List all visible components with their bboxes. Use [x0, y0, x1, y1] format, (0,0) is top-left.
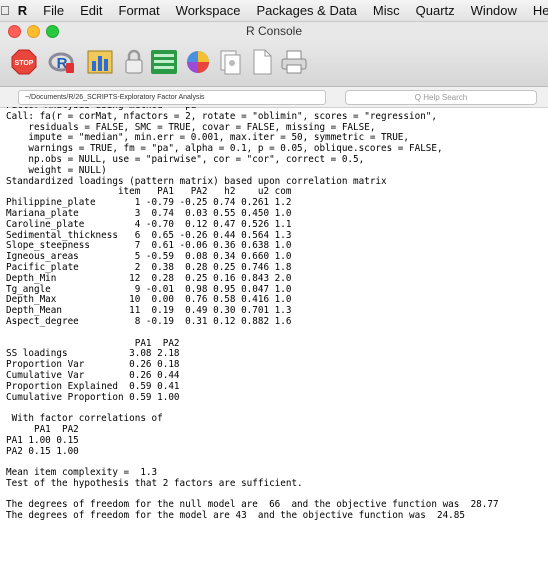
menu-edit[interactable]: Edit	[72, 3, 110, 18]
console-line: Caroline_plate 4 -0.70 0.12 0.47 0.526 1…	[6, 218, 292, 230]
stop-button[interactable]: STOP	[8, 46, 40, 78]
menu-file[interactable]: File	[35, 3, 72, 18]
console-line: With factor correlations of	[6, 413, 163, 425]
r-source-icon: R	[48, 52, 74, 73]
console-line: Test of the hypothesis that 2 factors ar…	[6, 477, 303, 489]
window-titlebar: R Console	[0, 22, 548, 40]
console-line: Call: fa(r = corMat, nfactors = 2, rotat…	[6, 110, 437, 122]
window-title: R Console	[245, 24, 303, 38]
source-script-button[interactable]: R	[46, 46, 78, 78]
workspace-browser-button[interactable]	[148, 46, 180, 78]
copy-icon	[220, 50, 241, 75]
console-line: Proportion Explained 0.59 0.41	[6, 380, 180, 392]
menu-app-r[interactable]: R	[10, 3, 35, 18]
console-line: The degrees of freedom for the model are…	[6, 510, 465, 522]
console-line: weight = NULL)	[6, 164, 107, 176]
menu-quartz[interactable]: Quartz	[408, 3, 463, 18]
minimize-window-button[interactable]	[27, 25, 40, 38]
console-line: Depth_Min 12 0.28 0.25 0.16 0.843 2.0	[6, 272, 292, 284]
lock-button[interactable]	[118, 46, 150, 78]
quartz-plot-button[interactable]	[84, 46, 116, 78]
svg-text:R: R	[57, 55, 68, 72]
console-line: PA1 1.00 0.15	[6, 434, 79, 446]
menu-bar:  R File Edit Format Workspace Packages …	[0, 0, 548, 22]
close-window-button[interactable]	[8, 25, 21, 38]
svg-text:STOP: STOP	[15, 60, 34, 67]
menu-packages-data[interactable]: Packages & Data	[248, 3, 364, 18]
window-controls	[8, 25, 59, 38]
list-icon	[151, 50, 177, 74]
print-icon	[281, 50, 307, 74]
console-line: Aspect_degree 8 -0.19 0.31 0.12 0.882 1.…	[6, 315, 292, 327]
help-search-input[interactable]: Q Help Search	[345, 90, 537, 105]
lock-icon	[125, 49, 143, 74]
stop-icon: STOP	[11, 49, 37, 75]
toolbar: STOP R	[0, 40, 548, 87]
menu-misc[interactable]: Misc	[365, 3, 408, 18]
menu-window[interactable]: Window	[463, 3, 525, 18]
path-bar: ~/Documents/R/26_SCRIPTS-Exploratory Fac…	[0, 87, 548, 108]
working-directory-field[interactable]: ~/Documents/R/26_SCRIPTS-Exploratory Fac…	[18, 90, 326, 105]
new-document-button[interactable]	[246, 46, 278, 78]
zoom-window-button[interactable]	[46, 25, 59, 38]
color-button[interactable]	[182, 46, 214, 78]
console-output[interactable]: Factor Analysis using method = paCall: f…	[6, 107, 546, 580]
apple-icon[interactable]: 	[0, 3, 10, 18]
print-button[interactable]	[278, 46, 310, 78]
console-line: Cumulative Proportion 0.59 1.00	[6, 391, 180, 403]
console-line: PA1 PA2	[6, 423, 79, 435]
copy-button[interactable]	[214, 46, 246, 78]
console-line: PA2 0.15 1.00	[6, 445, 79, 457]
color-wheel-icon	[187, 51, 209, 73]
menu-workspace[interactable]: Workspace	[168, 3, 249, 18]
menu-help[interactable]: Help	[525, 3, 548, 18]
new-document-icon	[253, 49, 272, 75]
chart-icon	[87, 50, 113, 74]
menu-format[interactable]: Format	[111, 3, 168, 18]
